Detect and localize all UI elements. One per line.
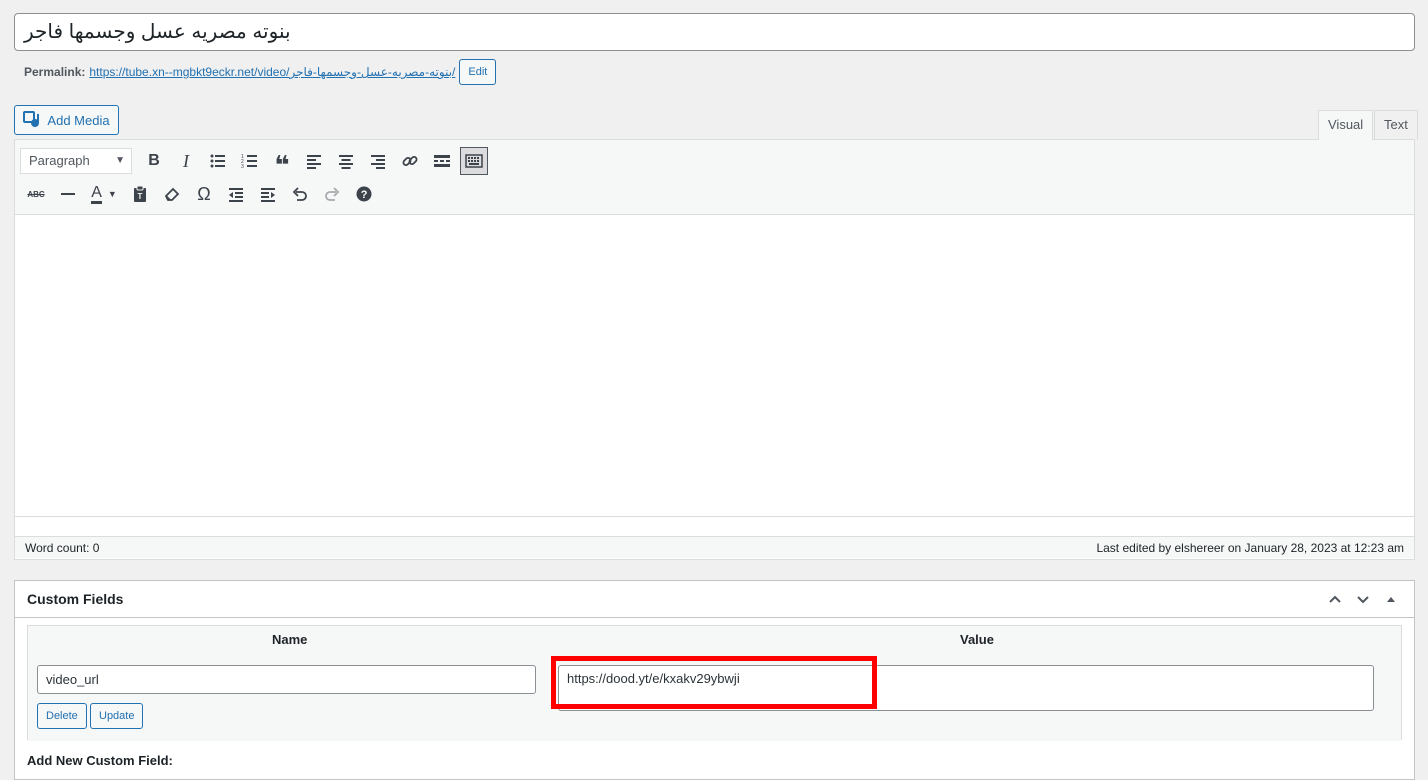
align-center-icon[interactable] [330,147,362,175]
column-header-name: Name [272,632,308,647]
numbered-list-icon[interactable]: 123 [234,147,266,175]
add-media-button[interactable]: Add Media [14,105,119,135]
tab-text[interactable]: Text [1374,110,1418,140]
align-left-icon[interactable] [298,147,330,175]
permalink-edit-button[interactable]: Edit [459,59,497,85]
help-icon[interactable]: ? [348,180,380,208]
undo-icon[interactable] [284,180,316,208]
strikethrough-icon[interactable]: ABC [20,180,52,208]
tab-visual[interactable]: Visual [1318,110,1374,140]
special-character-icon[interactable]: Ω [188,180,220,208]
horizontal-line-icon[interactable] [52,180,84,208]
chevron-down-icon: ▼ [107,189,117,199]
bullet-list-icon[interactable] [202,147,234,175]
redo-icon[interactable] [316,180,348,208]
editor-toolbar: Paragraph ▼ B I 123 ❝ ABC A ▼ T Ω ? [15,140,1414,215]
custom-field-name-value: video_url [46,672,99,687]
chevron-down-icon: ▼ [115,155,125,166]
toolbar-toggle-icon[interactable] [460,147,488,175]
text-color-icon[interactable]: A ▼ [84,180,124,208]
delete-button[interactable]: Delete [37,703,87,729]
svg-text:T: T [138,192,143,201]
permalink-row: Permalink: https://tube.xn--mgbkt9eckr.n… [24,59,497,85]
bold-icon[interactable]: B [138,147,170,175]
paste-text-icon[interactable]: T [124,180,156,208]
editor: Paragraph ▼ B I 123 ❝ ABC A ▼ T Ω ? Word… [14,139,1415,560]
link-icon[interactable] [394,147,426,175]
outdent-icon[interactable] [220,180,252,208]
add-new-custom-field-label: Add New Custom Field: [27,753,173,768]
column-header-value: Value [960,632,994,647]
permalink-link[interactable]: https://tube.xn--mgbkt9eckr.net/video/بن… [89,65,455,79]
chevron-up-icon[interactable] [1324,588,1346,610]
post-title-text: بنوته مصريه عسل وجسمها فاجر [24,21,291,43]
last-edited-info: Last edited by elshereer on January 28, … [1096,540,1404,555]
permalink-label: Permalink: [24,65,86,79]
custom-fields-header: Custom Fields [15,581,1414,618]
format-select-value: Paragraph [29,153,90,168]
read-more-icon[interactable] [426,147,458,175]
media-icon [23,110,41,131]
italic-icon[interactable]: I [170,147,202,175]
collapse-toggle-icon[interactable] [1380,588,1402,610]
custom-fields-title: Custom Fields [27,591,124,607]
word-count: Word count: 0 [25,540,100,555]
custom-field-name-input[interactable]: video_url [37,665,536,694]
format-select[interactable]: Paragraph ▼ [20,148,132,174]
editor-status-bar: Word count: 0 Last edited by elshereer o… [15,536,1414,558]
post-title-input[interactable]: بنوته مصريه عسل وجسمها فاجر [14,13,1415,51]
highlight-annotation [551,656,877,709]
add-media-label: Add Media [47,112,110,128]
editor-content-area[interactable] [15,215,1414,517]
svg-text:3: 3 [241,164,244,170]
blockquote-icon[interactable]: ❝ [266,147,298,178]
update-button[interactable]: Update [90,703,144,729]
chevron-down-icon[interactable] [1352,588,1374,610]
eraser-icon[interactable] [156,180,188,208]
svg-text:?: ? [361,189,368,201]
align-right-icon[interactable] [362,147,394,175]
indent-icon[interactable] [252,180,284,208]
